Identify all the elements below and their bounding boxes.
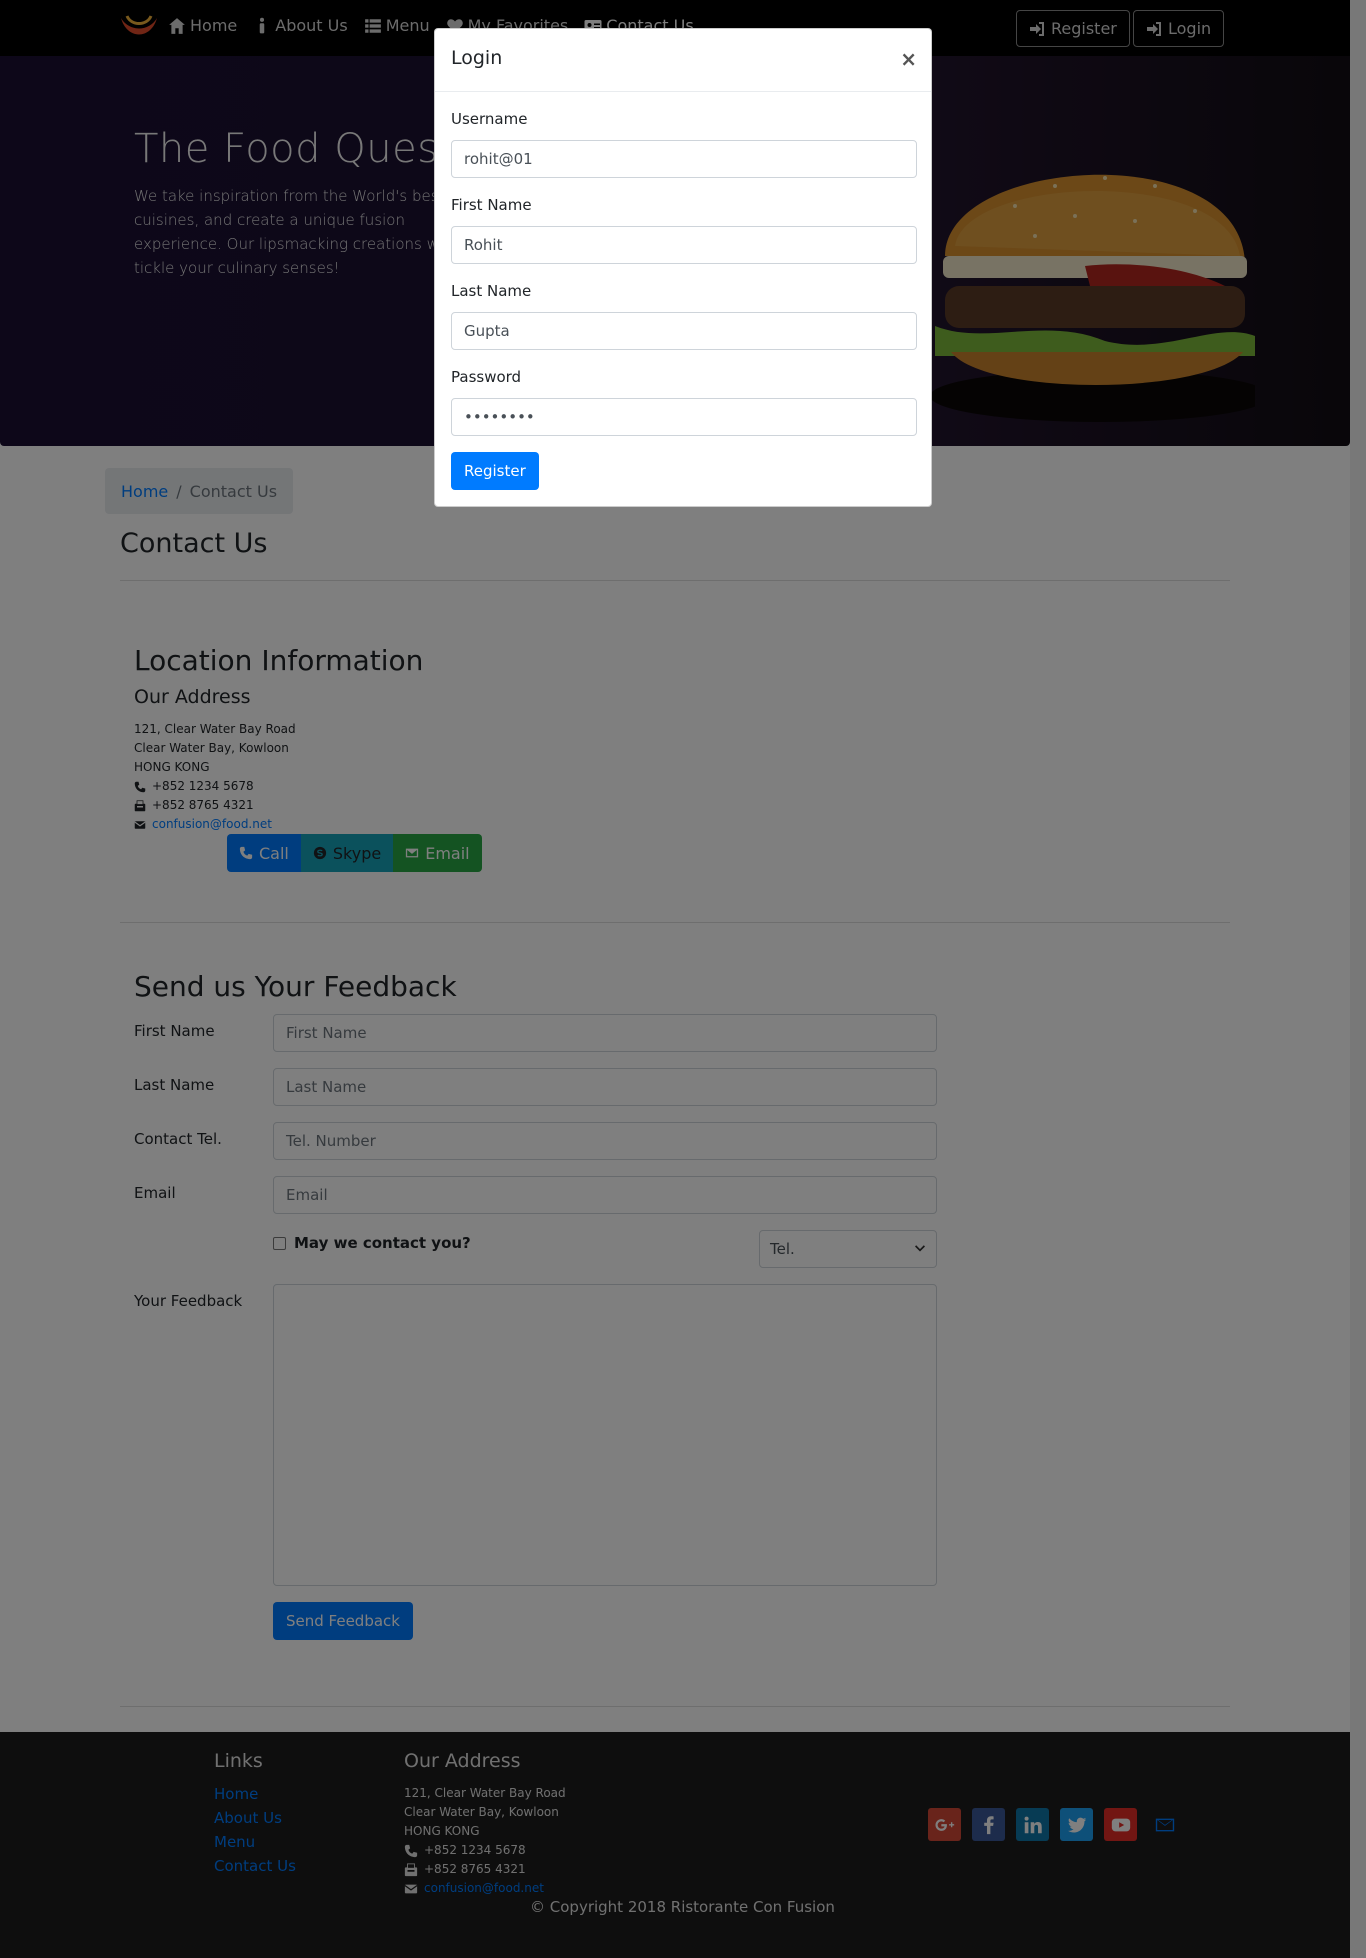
login-modal: Login × Username rohit@01 First Name Roh… — [434, 28, 932, 507]
modal-register-button[interactable]: Register — [451, 452, 539, 490]
modal-first-name-input[interactable]: Rohit — [451, 226, 917, 264]
password-input[interactable]: •••••••• — [451, 398, 917, 436]
close-icon[interactable]: × — [900, 47, 917, 71]
username-label: Username — [451, 110, 528, 128]
modal-last-name-input[interactable]: Gupta — [451, 312, 917, 350]
modal-last-name-label: Last Name — [451, 282, 532, 300]
username-input[interactable]: rohit@01 — [451, 140, 917, 178]
modal-title: Login — [451, 47, 503, 69]
password-label: Password — [451, 368, 522, 386]
modal-header: Login × — [435, 29, 931, 92]
modal-first-name-label: First Name — [451, 196, 532, 214]
